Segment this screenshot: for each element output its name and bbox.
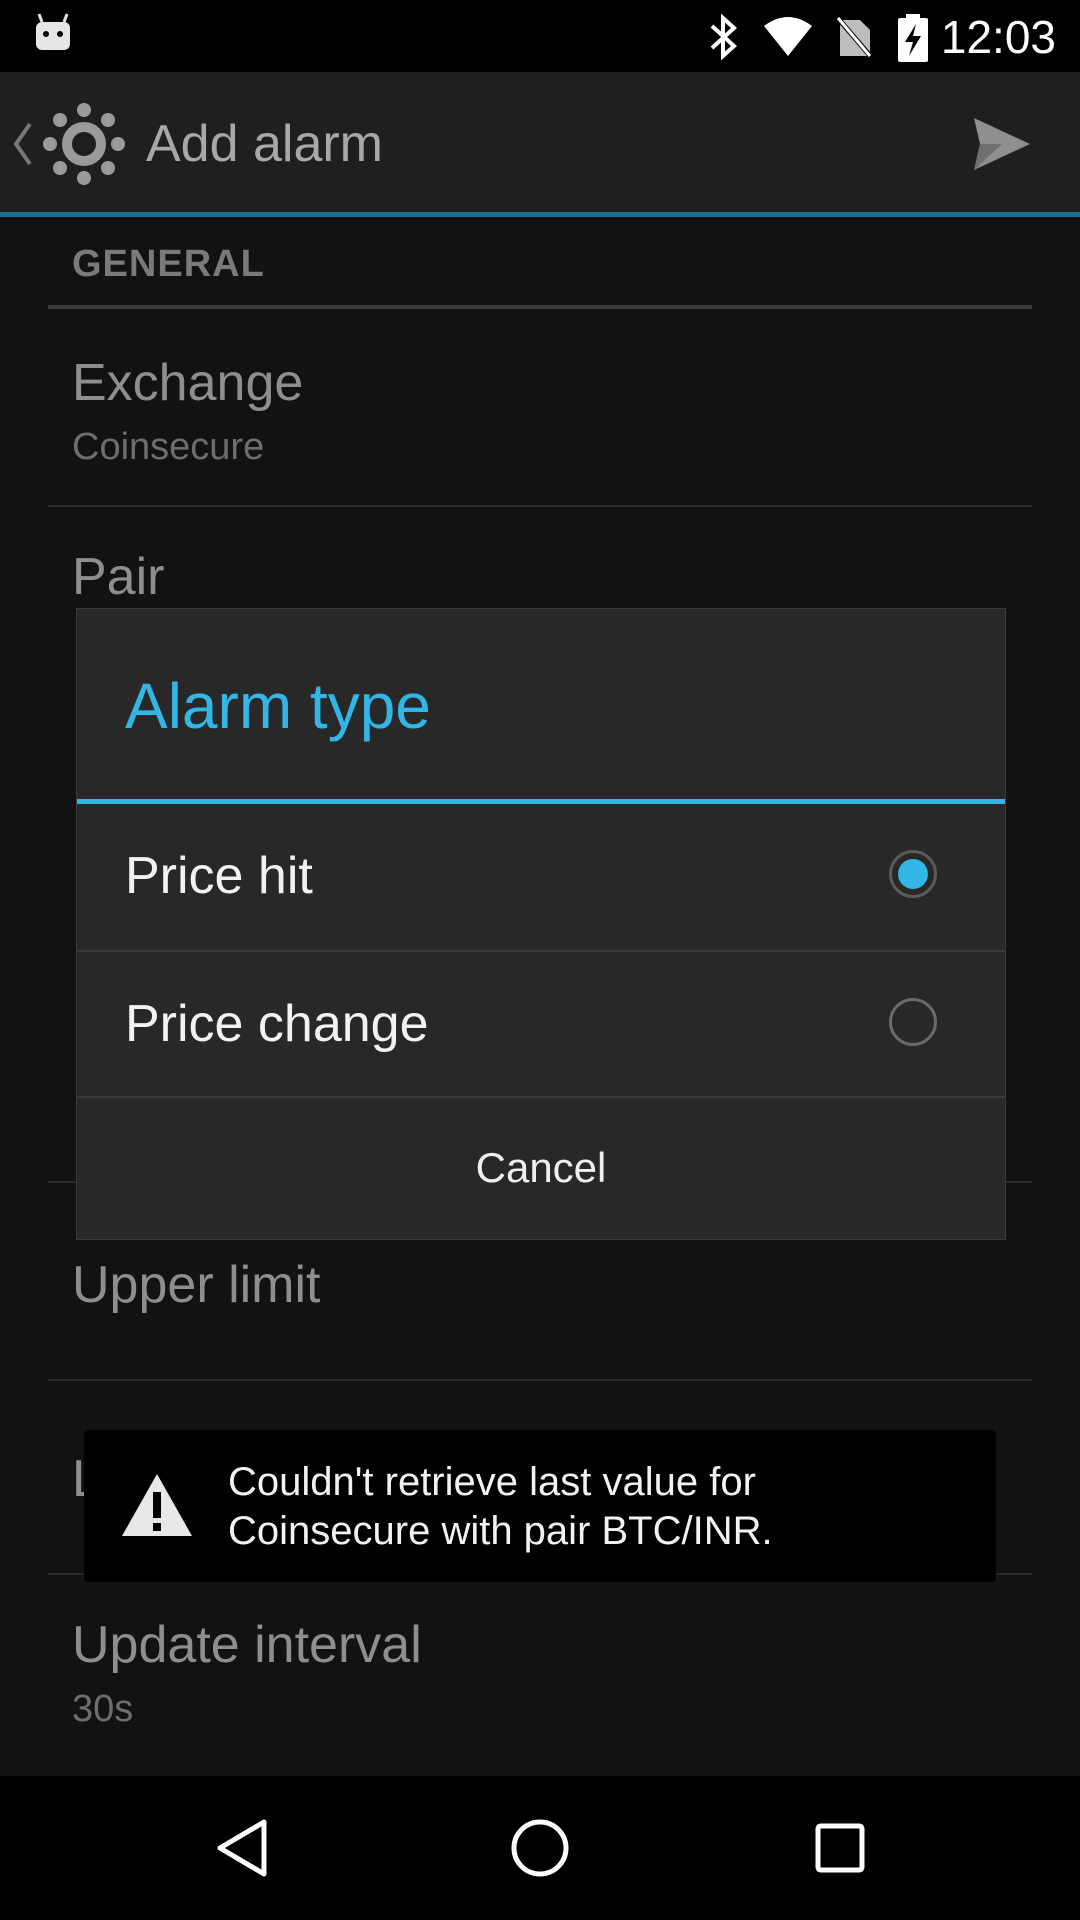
radio-unselected-icon[interactable] xyxy=(889,998,937,1046)
option-label: Price hit xyxy=(125,847,313,905)
status-clock: 12:03 xyxy=(940,11,1056,63)
send-icon[interactable] xyxy=(972,116,1032,172)
option-price-hit[interactable]: Price hit xyxy=(77,804,1005,948)
navigation-bar xyxy=(0,1776,1080,1920)
battery-charging-icon xyxy=(898,14,928,62)
toast-message: Couldn't retrieve last value for Coinsec… xyxy=(228,1460,773,1553)
pref-pair-title[interactable]: Pair xyxy=(72,547,164,607)
recents-icon[interactable] xyxy=(810,1816,870,1880)
pref-update-interval-title[interactable]: Update interval xyxy=(72,1615,422,1675)
action-bar: Add alarm xyxy=(0,72,1080,217)
category-divider xyxy=(48,305,1032,309)
pref-update-interval-value: 30s xyxy=(72,1688,134,1730)
bluetooth-icon xyxy=(710,14,737,60)
back-icon[interactable] xyxy=(212,1816,272,1880)
radio-selected-icon[interactable] xyxy=(889,850,937,898)
category-general: GENERAL xyxy=(72,243,265,285)
app-logo-icon[interactable] xyxy=(42,102,126,186)
no-sim-icon xyxy=(834,14,874,60)
android-notification-icon xyxy=(36,13,70,50)
up-chevron-icon[interactable] xyxy=(10,120,34,168)
action-bar-title: Add alarm xyxy=(146,115,383,173)
warning-icon xyxy=(122,1474,192,1536)
option-label: Price change xyxy=(125,995,429,1053)
pref-divider xyxy=(48,1379,1032,1381)
error-toast: Couldn't retrieve last value for Coinsec… xyxy=(84,1430,996,1582)
home-icon[interactable] xyxy=(508,1816,572,1880)
status-bar: 12:03 xyxy=(0,0,1080,72)
pref-divider xyxy=(48,505,1032,507)
pref-exchange-value: Coinsecure xyxy=(72,426,265,468)
pref-upper-limit-title[interactable]: Upper limit xyxy=(72,1255,321,1315)
option-price-change[interactable]: Price change xyxy=(77,952,1005,1096)
alarm-type-dialog: Alarm type Price hit Price change Cancel xyxy=(76,608,1006,1240)
cancel-button[interactable]: Cancel xyxy=(77,1097,1005,1239)
wifi-icon xyxy=(764,17,812,56)
dialog-title: Alarm type xyxy=(125,670,431,742)
pref-exchange-title[interactable]: Exchange xyxy=(72,353,303,413)
